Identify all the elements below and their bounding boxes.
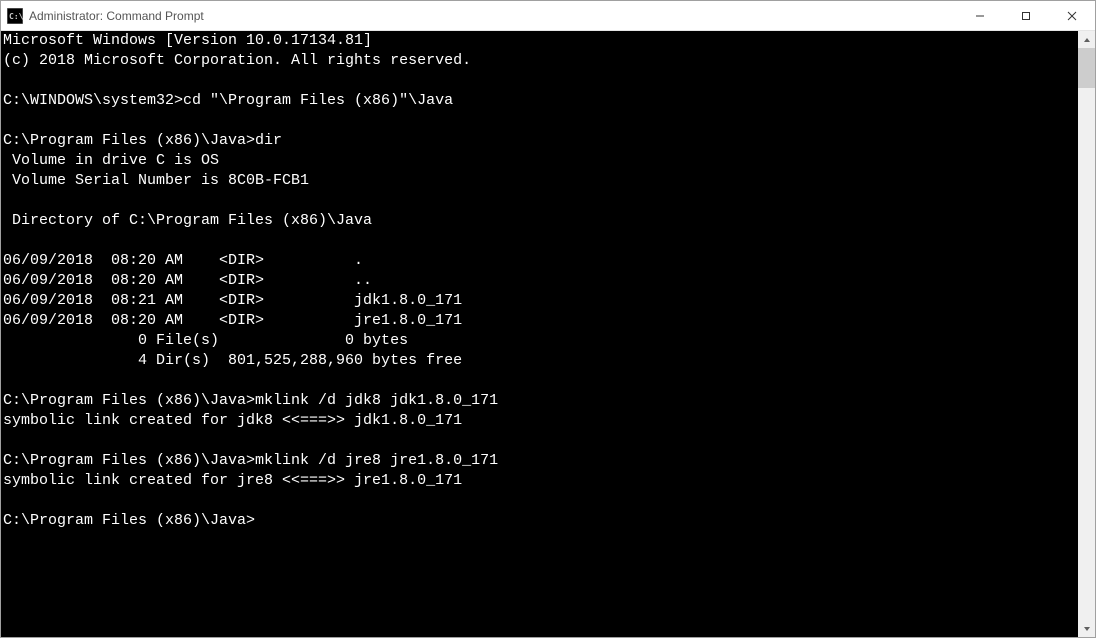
terminal-line: (c) 2018 Microsoft Corporation. All righ… <box>3 51 1076 71</box>
terminal-line: Microsoft Windows [Version 10.0.17134.81… <box>3 31 1076 51</box>
window-title: Administrator: Command Prompt <box>29 9 204 23</box>
minimize-button[interactable] <box>957 1 1003 30</box>
terminal-line: 06/09/2018 08:21 AM <DIR> jdk1.8.0_171 <box>3 291 1076 311</box>
terminal-line <box>3 491 1076 511</box>
terminal-line: 0 File(s) 0 bytes <box>3 331 1076 351</box>
terminal-line: Volume in drive C is OS <box>3 151 1076 171</box>
terminal-line: C:\WINDOWS\system32>cd "\Program Files (… <box>3 91 1076 111</box>
terminal-line: C:\Program Files (x86)\Java>mklink /d jd… <box>3 391 1076 411</box>
maximize-button[interactable] <box>1003 1 1049 30</box>
terminal-line <box>3 431 1076 451</box>
close-button[interactable] <box>1049 1 1095 30</box>
terminal-line: symbolic link created for jre8 <<===>> j… <box>3 471 1076 491</box>
terminal-line: C:\Program Files (x86)\Java> <box>3 511 1076 531</box>
scrollbar-thumb[interactable] <box>1078 48 1095 88</box>
terminal-output[interactable]: Microsoft Windows [Version 10.0.17134.81… <box>1 31 1078 637</box>
terminal-line: C:\Program Files (x86)\Java>dir <box>3 131 1076 151</box>
scrollbar-track[interactable] <box>1078 48 1095 620</box>
terminal-line <box>3 371 1076 391</box>
scroll-up-button[interactable] <box>1078 31 1095 48</box>
terminal-line <box>3 191 1076 211</box>
terminal-line: Volume Serial Number is 8C0B-FCB1 <box>3 171 1076 191</box>
titlebar[interactable]: C:\ Administrator: Command Prompt <box>1 1 1095 31</box>
scroll-down-button[interactable] <box>1078 620 1095 637</box>
app-window: C:\ Administrator: Command Prompt Micros… <box>0 0 1096 638</box>
terminal-line: symbolic link created for jdk8 <<===>> j… <box>3 411 1076 431</box>
terminal-line <box>3 71 1076 91</box>
svg-text:C:\: C:\ <box>9 12 23 21</box>
terminal-line: C:\Program Files (x86)\Java>mklink /d jr… <box>3 451 1076 471</box>
cmd-icon: C:\ <box>7 8 23 24</box>
terminal-line: 06/09/2018 08:20 AM <DIR> .. <box>3 271 1076 291</box>
window-controls <box>957 1 1095 30</box>
terminal-line: Directory of C:\Program Files (x86)\Java <box>3 211 1076 231</box>
terminal-line <box>3 111 1076 131</box>
client-area: Microsoft Windows [Version 10.0.17134.81… <box>1 31 1095 637</box>
terminal-line: 06/09/2018 08:20 AM <DIR> . <box>3 251 1076 271</box>
terminal-line: 4 Dir(s) 801,525,288,960 bytes free <box>3 351 1076 371</box>
terminal-line <box>3 231 1076 251</box>
terminal-line: 06/09/2018 08:20 AM <DIR> jre1.8.0_171 <box>3 311 1076 331</box>
vertical-scrollbar[interactable] <box>1078 31 1095 637</box>
